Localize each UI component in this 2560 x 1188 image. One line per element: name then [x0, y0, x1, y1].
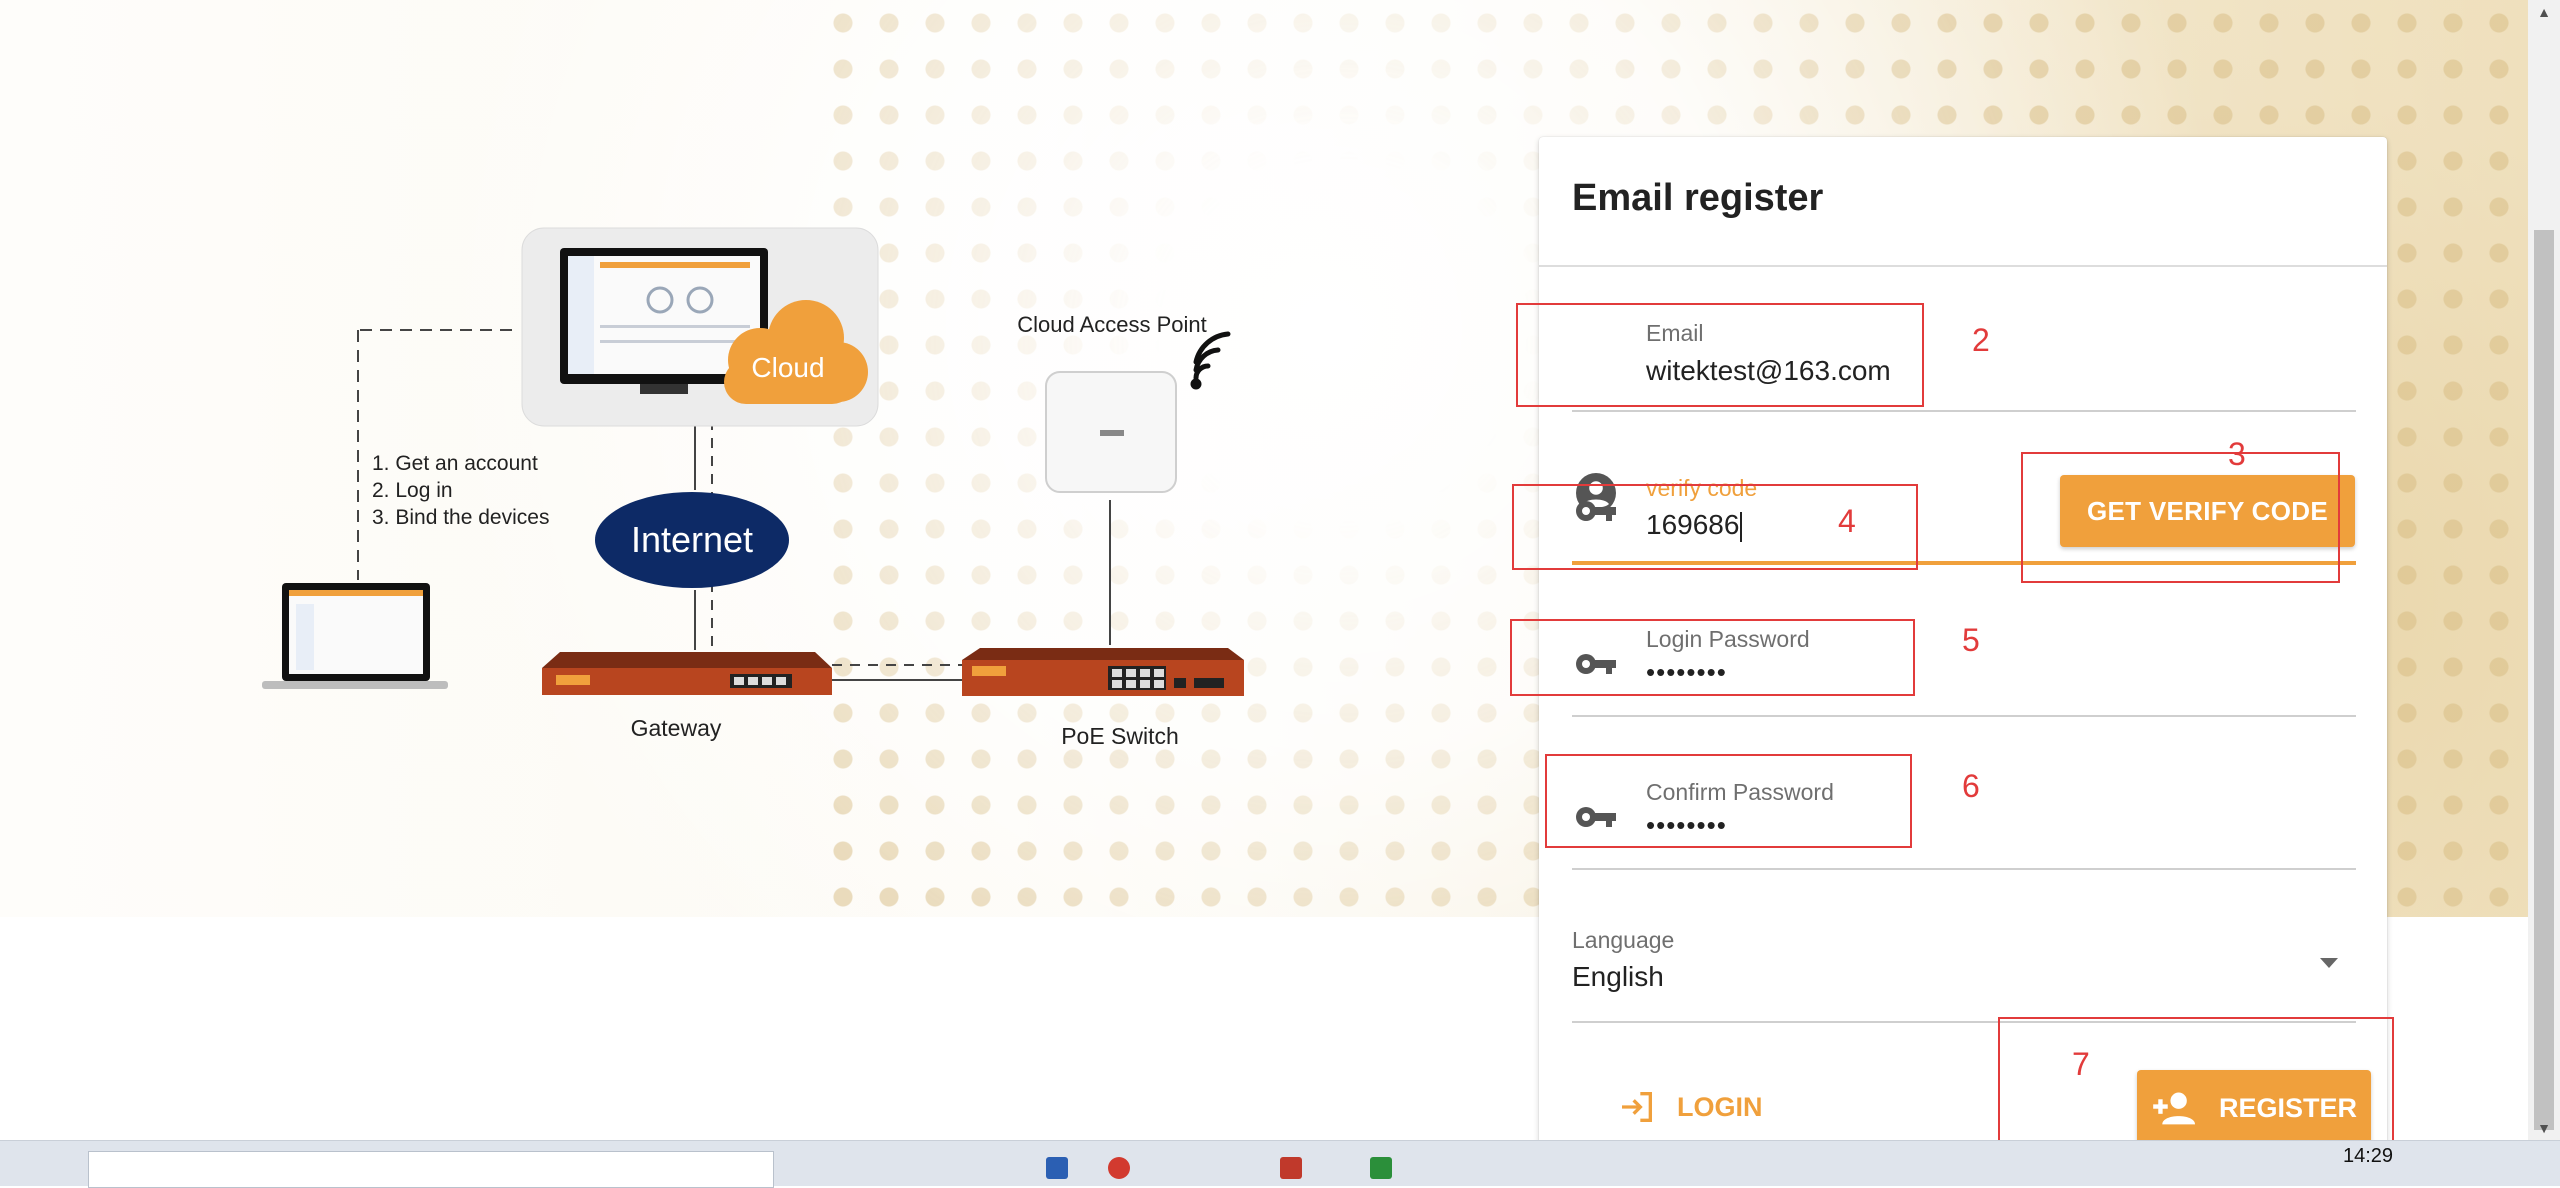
step-2: 2. Log in: [372, 479, 453, 502]
confirm-password-underline: [1572, 868, 2356, 870]
language-value: English: [1572, 961, 1664, 992]
wifi-signal-icon: [1190, 331, 1231, 390]
taskbar-clock[interactable]: 14:29: [2343, 1145, 2393, 1168]
annotation-number-7: 7: [2072, 1046, 2090, 1082]
taskbar-app-icon[interactable]: [1370, 1157, 1392, 1179]
poe-switch-label: PoE Switch: [1061, 723, 1179, 749]
login-password-underline: [1572, 715, 2356, 717]
vertical-scrollbar[interactable]: ▲ ▼: [2528, 0, 2560, 1140]
annotation-box-5: [1510, 619, 1915, 696]
step-1: 1. Get an account: [372, 452, 538, 475]
gateway-device-icon: [542, 652, 832, 695]
laptop-icon: [262, 583, 448, 689]
login-button[interactable]: LOGIN: [1615, 1083, 1763, 1131]
cloud-label: Cloud: [751, 352, 824, 383]
access-point-label: Cloud Access Point: [1017, 312, 1207, 337]
annotation-box-4: [1512, 484, 1918, 570]
scrollbar-thumb[interactable]: [2534, 230, 2554, 1130]
language-label: Language: [1572, 927, 1675, 953]
card-title: Email register: [1572, 177, 1824, 219]
email-underline: [1572, 410, 2356, 412]
scroll-down-icon[interactable]: ▼: [2528, 1116, 2560, 1140]
taskbar-app-icon[interactable]: [1280, 1157, 1302, 1179]
card-divider: [1539, 265, 2387, 267]
gateway-label: Gateway: [631, 715, 722, 741]
annotation-number-6: 6: [1962, 768, 1980, 804]
annotation-box-2: [1516, 303, 1924, 407]
network-diagram: Cloud 1. Get an account 2. Log in 3. Bin…: [262, 227, 1244, 749]
login-label: LOGIN: [1677, 1091, 1763, 1122]
annotation-number-4: 4: [1838, 503, 1856, 539]
internet-label: Internet: [631, 519, 753, 560]
annotation-box-3: [2021, 452, 2340, 583]
login-icon: [1622, 1092, 1652, 1122]
dropdown-arrow-icon[interactable]: [2320, 958, 2338, 968]
annotation-number-2: 2: [1972, 322, 1990, 358]
taskbar-app-icon[interactable]: [1046, 1157, 1068, 1179]
scroll-up-icon[interactable]: ▲: [2528, 0, 2560, 24]
poe-switch-icon: [962, 648, 1244, 696]
step-3: 3. Bind the devices: [372, 506, 549, 529]
annotation-number-5: 5: [1962, 622, 1980, 658]
annotation-number-3: 3: [2228, 436, 2246, 472]
taskbar-search-box[interactable]: [88, 1151, 774, 1188]
taskbar-app-icon[interactable]: [1108, 1157, 1130, 1179]
language-select[interactable]: Language English: [1572, 927, 2356, 1023]
taskbar: 14:29: [0, 1140, 2560, 1188]
annotation-box-6: [1545, 754, 1912, 848]
